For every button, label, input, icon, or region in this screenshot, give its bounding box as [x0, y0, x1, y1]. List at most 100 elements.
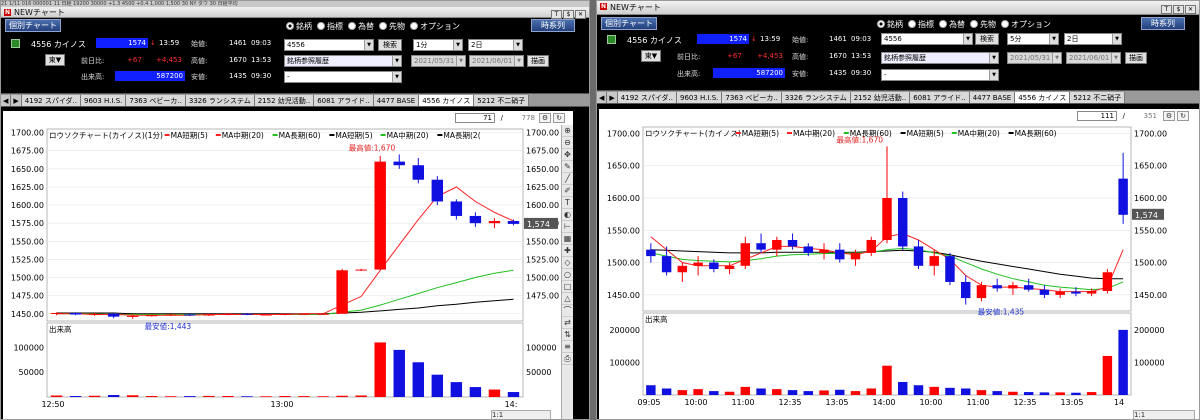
radio-futures[interactable]: 先物: [970, 19, 996, 30]
prev-change-label: 前日比:: [81, 57, 105, 65]
text-tool-icon[interactable]: T: [551, 10, 562, 19]
market-select[interactable]: 東▼: [641, 50, 661, 62]
date-to[interactable]: 2021/06/01 ▼: [1066, 52, 1121, 64]
timeseries-button[interactable]: 時系列: [531, 19, 575, 32]
radio-stock[interactable]: 銘柄: [877, 19, 903, 30]
tab-3326[interactable]: 3326 ランシステム: [185, 95, 255, 106]
bar-count-current[interactable]: 71: [455, 113, 495, 123]
draw-button[interactable]: 描画: [1125, 52, 1147, 64]
history-select[interactable]: 銘柄参照履歴 ▼: [881, 52, 999, 64]
search-button[interactable]: 検索: [975, 33, 999, 45]
radio-options[interactable]: オプション: [1001, 19, 1051, 30]
chart-settings-icon[interactable]: ⚙: [539, 113, 551, 123]
text-tool-icon[interactable]: T: [1161, 5, 1172, 14]
candle-body: [756, 243, 766, 250]
grid-icon[interactable]: ▦: [562, 233, 573, 245]
code-input[interactable]: 4556 ▼: [881, 33, 973, 45]
radio-index[interactable]: 指標: [317, 21, 343, 32]
print-icon[interactable]: ⎙: [562, 353, 573, 365]
range-select[interactable]: 2日 ▼: [1064, 33, 1122, 45]
tab-7363[interactable]: 7363 ベビーカ..: [722, 92, 782, 103]
radio-fx[interactable]: 為替: [348, 21, 374, 32]
close-icon[interactable]: ✕: [575, 10, 586, 19]
chart-settings-icon[interactable]: ⚙: [1163, 111, 1175, 121]
date-from[interactable]: 2021/05/31 ▼: [1007, 52, 1062, 64]
text-icon[interactable]: T: [562, 197, 573, 209]
zoom-out-icon[interactable]: ⊖: [562, 137, 573, 149]
tool-icon[interactable]: ⇄: [562, 317, 573, 329]
tool-icon[interactable]: □: [562, 281, 573, 293]
tool-icon[interactable]: ◇: [562, 257, 573, 269]
range-select[interactable]: 2日 ▼: [468, 39, 523, 51]
current-price: 1574: [96, 38, 148, 48]
radio-options[interactable]: オプション: [410, 21, 460, 32]
interval-select[interactable]: 5分 ▼: [1007, 33, 1059, 45]
candle-body: [50, 313, 63, 315]
pen-icon[interactable]: ✐: [562, 185, 573, 197]
tool-icon[interactable]: △: [562, 293, 573, 305]
move-icon[interactable]: ✥: [562, 149, 573, 161]
zoom-in-icon[interactable]: ⊕: [562, 125, 573, 137]
tab-nav-left[interactable]: ◀: [597, 92, 608, 103]
candlestick-chart-left[interactable]: 1700.00 1675.00 1650.00 1625.00 1600.00 1575.…: [3, 125, 560, 420]
tab-4477[interactable]: 4477 BASE: [373, 95, 420, 106]
tab-6081[interactable]: 6081 アライド..: [314, 95, 374, 106]
tab-nav-left[interactable]: ◀: [1, 95, 12, 106]
candlestick-chart-right[interactable]: 1700.00 1650.00 1600.00 1550.00 1500.00 1450.…: [599, 123, 1197, 420]
currency-icon[interactable]: $: [563, 10, 574, 19]
currency-icon[interactable]: $: [1173, 5, 1184, 14]
chart-refresh-icon[interactable]: ↻: [1177, 111, 1189, 121]
date-to[interactable]: 2021/06/01 ▼: [469, 55, 524, 67]
volume-bar: [709, 391, 719, 395]
individual-chart-button[interactable]: 個別チャート: [5, 19, 61, 32]
line-icon[interactable]: ╱: [562, 173, 573, 185]
draw-icon[interactable]: ✎: [562, 161, 573, 173]
tab-nav-right[interactable]: ▶: [607, 92, 618, 103]
tab-3326[interactable]: 3326 ランシステム: [781, 92, 851, 103]
ruler-icon[interactable]: ⊢: [562, 221, 573, 233]
tool-icon[interactable]: ⇅: [562, 329, 573, 341]
date-from[interactable]: 2021/05/31 ▼: [411, 55, 466, 67]
tool-icon[interactable]: ≡: [562, 341, 573, 353]
volume-tick-left: 100000: [13, 343, 44, 352]
tab-7363[interactable]: 7363 ベビーカ..: [126, 95, 186, 106]
tab-9603[interactable]: 9603 H.I.S.: [81, 95, 127, 106]
color-icon[interactable]: ◐: [562, 209, 573, 221]
low-annotation: 最安値:1,443: [145, 321, 192, 331]
timeseries-button[interactable]: 時系列: [1141, 17, 1185, 30]
tab-4556[interactable]: 4556 カイノス: [1015, 92, 1071, 103]
x-tick-label: 13:05: [1060, 398, 1083, 407]
cross-icon[interactable]: ✚: [562, 245, 573, 257]
radio-index[interactable]: 指標: [908, 19, 934, 30]
tab-4477[interactable]: 4477 BASE: [969, 92, 1016, 103]
tab-2152[interactable]: 2152 幼児活動..: [850, 92, 911, 103]
secondary-select[interactable]: - ▼: [881, 69, 999, 81]
radio-fx[interactable]: 為替: [939, 19, 965, 30]
interval-select[interactable]: 1分 ▼: [413, 39, 463, 51]
radio-futures[interactable]: 先物: [379, 21, 405, 32]
tool-icon[interactable]: ○: [562, 269, 573, 281]
zoom-control-left[interactable]: 1:1: [491, 410, 551, 419]
radio-stock[interactable]: 銘柄: [286, 21, 312, 32]
tab-4192[interactable]: 4192 スパイダ..: [617, 92, 677, 103]
tab-4192[interactable]: 4192 スパイダ..: [21, 95, 81, 106]
market-select[interactable]: 東▼: [45, 54, 65, 66]
tab-2152[interactable]: 2152 幼児活動..: [254, 95, 315, 106]
code-input[interactable]: 4556 ▼: [284, 39, 374, 51]
tab-9603[interactable]: 9603 H.I.S.: [677, 92, 723, 103]
individual-chart-button[interactable]: 個別チャート: [601, 17, 657, 30]
secondary-select[interactable]: - ▼: [284, 71, 402, 83]
tab-5212[interactable]: 5212 不二硝子: [1070, 92, 1126, 103]
tab-4556[interactable]: 4556 カイノス: [419, 95, 475, 106]
tab-nav-right[interactable]: ▶: [11, 95, 22, 106]
bar-count-current[interactable]: 111: [1077, 111, 1117, 121]
chart-refresh-icon[interactable]: ↻: [553, 113, 565, 123]
tab-6081[interactable]: 6081 アライド..: [910, 92, 970, 103]
close-icon[interactable]: ✕: [1185, 5, 1196, 14]
tool-icon[interactable]: ⌒: [562, 305, 573, 317]
draw-button[interactable]: 描画: [527, 55, 549, 67]
zoom-control-right[interactable]: 1:1: [1133, 410, 1195, 419]
search-button[interactable]: 検索: [378, 39, 402, 51]
history-select[interactable]: 銘柄参照履歴 ▼: [284, 55, 402, 67]
tab-5212[interactable]: 5212 不二硝子: [474, 95, 530, 106]
